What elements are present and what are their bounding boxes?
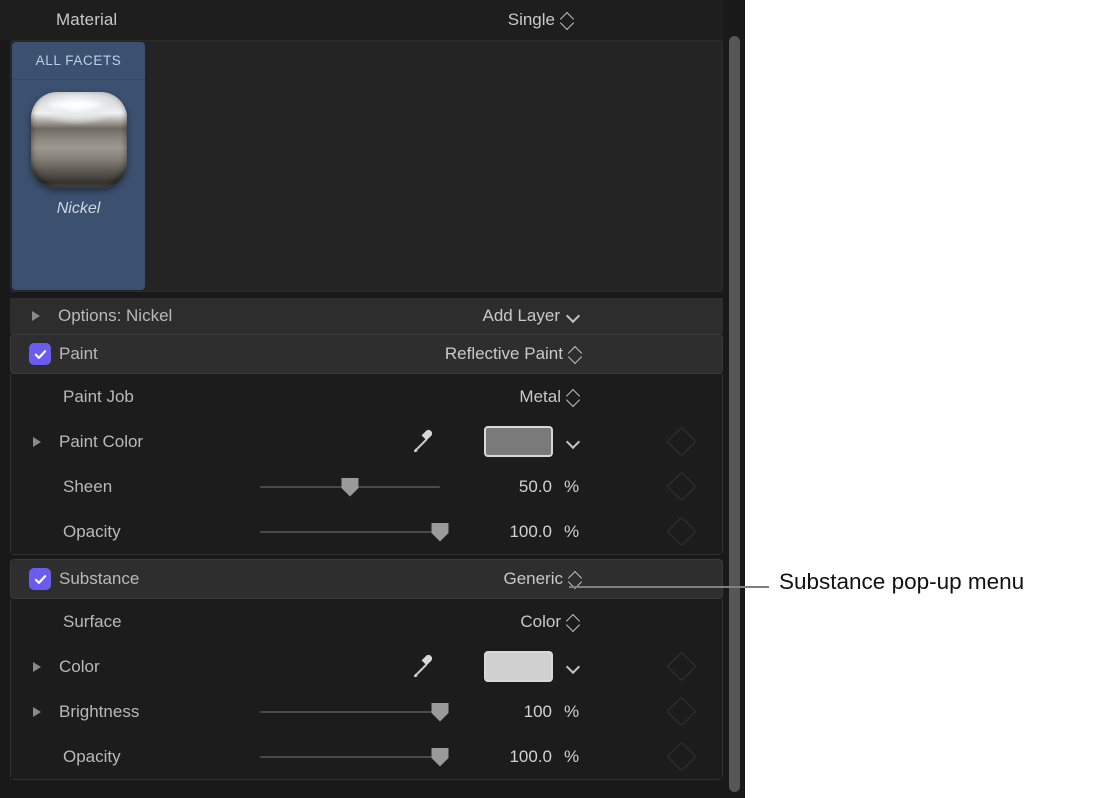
substance-color-swatch[interactable] bbox=[484, 651, 553, 682]
paint-type-value: Reflective Paint bbox=[444, 344, 563, 363]
paint-job-popup[interactable]: Metal bbox=[519, 387, 579, 407]
row-label-paint-job: Paint Job bbox=[63, 386, 134, 406]
substance-opacity-value[interactable]: 100.0 bbox=[466, 747, 552, 767]
row-label-sheen: Sheen bbox=[63, 476, 113, 496]
sheen-value[interactable]: 50.0 bbox=[466, 477, 552, 497]
section-header-substance[interactable]: Substance Generic bbox=[10, 559, 723, 599]
page-title: Material bbox=[56, 10, 118, 29]
material-inspector-panel: Material Single ALL FACETS Nickel Option… bbox=[0, 0, 745, 798]
facet-browser: ALL FACETS Nickel bbox=[10, 40, 723, 292]
keyframe-diamond-icon[interactable] bbox=[666, 651, 697, 682]
paint-job-value: Metal bbox=[519, 386, 561, 406]
row-substance-opacity: Opacity 100.0 % bbox=[11, 734, 722, 779]
chevron-up-down-icon bbox=[562, 12, 573, 28]
disclosure-triangle-collapsed-icon[interactable] bbox=[33, 436, 41, 447]
eyedropper-icon[interactable] bbox=[406, 649, 442, 685]
paint-opacity-value[interactable]: 100.0 bbox=[466, 522, 552, 542]
callout-leader-line bbox=[569, 586, 769, 588]
slider-track bbox=[260, 530, 440, 533]
row-label-paint-opacity: Opacity bbox=[63, 521, 121, 541]
keyframe-diamond-icon[interactable] bbox=[666, 741, 697, 772]
material-mode-value: Single bbox=[507, 10, 555, 29]
paint-type-popup[interactable]: Reflective Paint bbox=[445, 344, 581, 364]
keyframe-diamond-icon[interactable] bbox=[666, 516, 697, 547]
row-sheen: Sheen 50.0 % bbox=[11, 464, 722, 509]
chevron-up-down-icon bbox=[570, 346, 581, 362]
section-label-paint: Paint bbox=[59, 344, 98, 363]
paint-color-swatch[interactable] bbox=[484, 426, 553, 457]
brightness-unit: % bbox=[564, 701, 580, 721]
brightness-slider[interactable] bbox=[260, 701, 449, 723]
surface-value: Color bbox=[520, 611, 561, 631]
disclosure-triangle-collapsed-icon[interactable] bbox=[32, 311, 40, 321]
disclosure-triangle-collapsed-icon[interactable] bbox=[33, 706, 41, 717]
eyedropper-icon[interactable] bbox=[406, 424, 442, 460]
slider-knob[interactable] bbox=[341, 477, 359, 497]
paint-enable-checkbox[interactable] bbox=[29, 343, 51, 365]
chevron-up-down-icon bbox=[568, 389, 579, 405]
paint-opacity-slider[interactable] bbox=[260, 521, 449, 543]
row-label-paint-color: Paint Color bbox=[59, 431, 144, 451]
row-label-brightness: Brightness bbox=[59, 701, 140, 721]
substance-opacity-slider[interactable] bbox=[260, 746, 449, 768]
row-label-surface: Surface bbox=[63, 611, 122, 631]
substance-type-value: Generic bbox=[503, 569, 563, 588]
section-body-substance: Surface Color Color Brightness 100 % Opa… bbox=[10, 599, 723, 780]
facet-tile-all-facets[interactable]: ALL FACETS Nickel bbox=[12, 42, 145, 290]
surface-popup[interactable]: Color bbox=[520, 612, 579, 632]
row-label-color: Color bbox=[59, 656, 100, 676]
section-body-paint: Paint Job Metal Paint Color Sheen 50.0 %… bbox=[10, 374, 723, 555]
property-rows: Options: Nickel Add Layer Paint Reflecti… bbox=[10, 298, 723, 780]
row-paint-job: Paint Job Metal bbox=[11, 374, 722, 419]
row-surface: Surface Color bbox=[11, 599, 722, 644]
keyframe-diamond-icon[interactable] bbox=[666, 696, 697, 727]
section-label-substance: Substance bbox=[59, 569, 140, 588]
brightness-value[interactable]: 100 bbox=[466, 702, 552, 722]
row-label-substance-opacity: Opacity bbox=[63, 746, 121, 766]
chevron-down-icon bbox=[567, 312, 580, 320]
chevron-down-icon[interactable] bbox=[567, 663, 580, 671]
facet-tile-badge: ALL FACETS bbox=[12, 42, 145, 80]
slider-track bbox=[260, 710, 440, 713]
add-layer-label: Add Layer bbox=[482, 306, 561, 325]
nickel-material-thumbnail[interactable] bbox=[30, 92, 127, 188]
facet-thumbnail-wrap bbox=[12, 80, 145, 188]
options-row[interactable]: Options: Nickel Add Layer bbox=[10, 298, 723, 334]
keyframe-diamond-icon[interactable] bbox=[666, 426, 697, 457]
disclosure-triangle-collapsed-icon[interactable] bbox=[33, 661, 41, 672]
chevron-down-icon[interactable] bbox=[567, 438, 580, 446]
slider-track bbox=[260, 755, 440, 758]
options-row-label: Options: Nickel bbox=[58, 306, 173, 325]
keyframe-diamond-icon[interactable] bbox=[666, 471, 697, 502]
row-brightness: Brightness 100 % bbox=[11, 689, 722, 734]
callout-label-substance-popup: Substance pop-up menu bbox=[779, 569, 1025, 594]
slider-knob[interactable] bbox=[431, 747, 449, 767]
substance-opacity-unit: % bbox=[564, 746, 580, 766]
slider-knob[interactable] bbox=[431, 702, 449, 722]
material-mode-popup[interactable]: Single bbox=[508, 10, 573, 30]
vertical-scrollbar[interactable] bbox=[729, 36, 740, 792]
substance-enable-checkbox[interactable] bbox=[29, 568, 51, 590]
section-header-paint[interactable]: Paint Reflective Paint bbox=[10, 334, 723, 374]
facet-material-name: Nickel bbox=[56, 200, 101, 217]
row-paint-opacity: Opacity 100.0 % bbox=[11, 509, 722, 554]
row-paint-color: Paint Color bbox=[11, 419, 722, 464]
row-color: Color bbox=[11, 644, 722, 689]
sheen-unit: % bbox=[564, 476, 580, 496]
panel-header: Material Single bbox=[0, 0, 723, 40]
sheen-slider[interactable] bbox=[260, 476, 440, 498]
add-layer-button[interactable]: Add Layer bbox=[483, 306, 581, 326]
chevron-up-down-icon bbox=[568, 614, 579, 630]
paint-opacity-unit: % bbox=[564, 521, 580, 541]
slider-knob[interactable] bbox=[431, 522, 449, 542]
chevron-up-down-icon bbox=[570, 571, 581, 587]
